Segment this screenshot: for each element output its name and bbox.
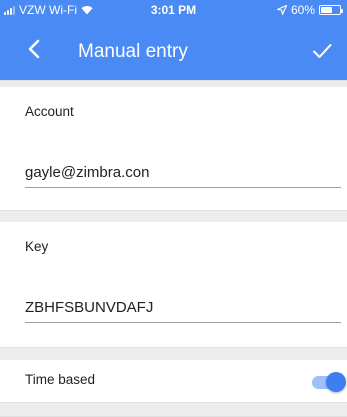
battery-icon <box>319 5 343 15</box>
account-label: Account <box>25 104 74 119</box>
status-right: 60% <box>276 3 343 17</box>
location-arrow-icon <box>276 5 287 15</box>
time-based-row: Time based <box>0 360 347 402</box>
app-bar: Manual entry <box>0 20 347 80</box>
toggle-thumb <box>326 372 346 392</box>
account-input[interactable] <box>25 164 341 188</box>
header: VZW Wi-Fi 3:01 PM 60% Manual entry <box>0 0 347 80</box>
check-icon[interactable] <box>311 40 333 62</box>
page-title: Manual entry <box>78 41 188 62</box>
section-divider <box>0 402 347 417</box>
time-based-toggle[interactable] <box>312 371 346 392</box>
status-bar: VZW Wi-Fi 3:01 PM 60% <box>0 0 347 20</box>
battery-percent: 60% <box>290 3 315 17</box>
manual-entry-screen: VZW Wi-Fi 3:01 PM 60% Manual entry Accou… <box>0 0 347 417</box>
key-section: Key <box>0 222 347 347</box>
chevron-left-icon[interactable] <box>24 38 46 60</box>
section-divider <box>0 347 347 361</box>
time-based-label: Time based <box>25 372 96 387</box>
account-section: Account <box>0 87 347 210</box>
key-label: Key <box>25 239 49 254</box>
battery-level <box>321 7 332 13</box>
key-input[interactable] <box>25 299 341 323</box>
